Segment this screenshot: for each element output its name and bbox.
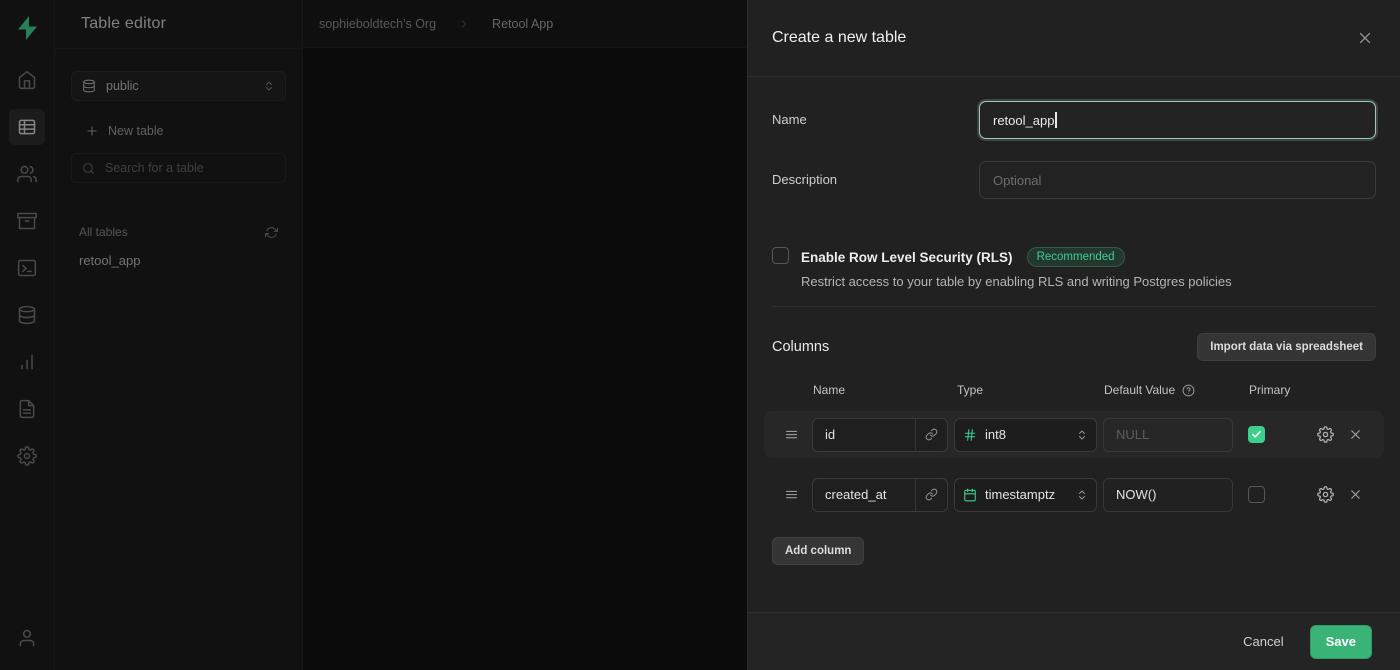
import-spreadsheet-button[interactable]: Import data via spreadsheet xyxy=(1197,333,1376,361)
close-icon[interactable] xyxy=(1356,29,1374,47)
drag-handle-icon[interactable] xyxy=(784,427,799,442)
header-default-value: Default Value xyxy=(1104,383,1175,397)
remove-column-icon[interactable] xyxy=(1348,427,1363,442)
header-name: Name xyxy=(813,383,955,397)
section-divider xyxy=(772,306,1376,307)
calendar-icon xyxy=(963,488,977,502)
column-name-input[interactable]: id xyxy=(812,418,948,452)
column-type-select[interactable]: int8 xyxy=(954,418,1097,452)
save-button[interactable]: Save xyxy=(1310,625,1372,659)
help-circle-icon[interactable] xyxy=(1182,384,1195,397)
create-table-modal: Create a new table Name retool_app Descr… xyxy=(747,0,1400,670)
column-settings-gear-icon[interactable] xyxy=(1317,426,1334,443)
cancel-button[interactable]: Cancel xyxy=(1243,634,1283,649)
check-icon xyxy=(1251,429,1262,440)
primary-checkbox-unchecked[interactable] xyxy=(1248,486,1265,503)
recommended-badge: Recommended xyxy=(1027,247,1125,267)
add-column-button[interactable]: Add column xyxy=(772,537,864,565)
name-label: Name xyxy=(772,101,979,139)
hash-icon xyxy=(963,428,977,442)
default-value-input[interactable] xyxy=(1103,418,1233,452)
remove-column-icon[interactable] xyxy=(1348,487,1363,502)
drag-handle-icon[interactable] xyxy=(784,487,799,502)
description-label: Description xyxy=(772,161,979,199)
table-name-input[interactable]: retool_app xyxy=(979,101,1376,139)
modal-title: Create a new table xyxy=(772,29,906,47)
supabase-dashboard: Table editor public New table Search for… xyxy=(0,0,1400,670)
column-name-input[interactable]: created_at xyxy=(812,478,948,512)
chevrons-up-down-icon xyxy=(1076,429,1088,441)
header-type: Type xyxy=(955,383,1104,397)
text-caret xyxy=(1055,112,1057,128)
primary-checkbox-checked[interactable] xyxy=(1248,426,1265,443)
columns-header-row: Name Type Default Value Primary xyxy=(772,383,1376,397)
columns-heading: Columns xyxy=(772,339,829,355)
rls-description: Restrict access to your table by enablin… xyxy=(801,274,1232,289)
chevrons-up-down-icon xyxy=(1076,489,1088,501)
rls-label: Enable Row Level Security (RLS) xyxy=(801,250,1013,265)
column-row-id: id int8 xyxy=(764,411,1384,458)
header-primary: Primary xyxy=(1249,383,1290,397)
column-settings-gear-icon[interactable] xyxy=(1317,486,1334,503)
rls-checkbox[interactable] xyxy=(772,247,789,264)
foreign-key-link-icon[interactable] xyxy=(915,479,947,511)
column-row-created-at: created_at timestamptz xyxy=(772,471,1376,518)
table-name-value: retool_app xyxy=(993,113,1054,128)
foreign-key-link-icon[interactable] xyxy=(915,419,947,451)
column-type-select[interactable]: timestamptz xyxy=(954,478,1097,512)
default-value-input[interactable] xyxy=(1103,478,1233,512)
description-input[interactable] xyxy=(979,161,1376,199)
